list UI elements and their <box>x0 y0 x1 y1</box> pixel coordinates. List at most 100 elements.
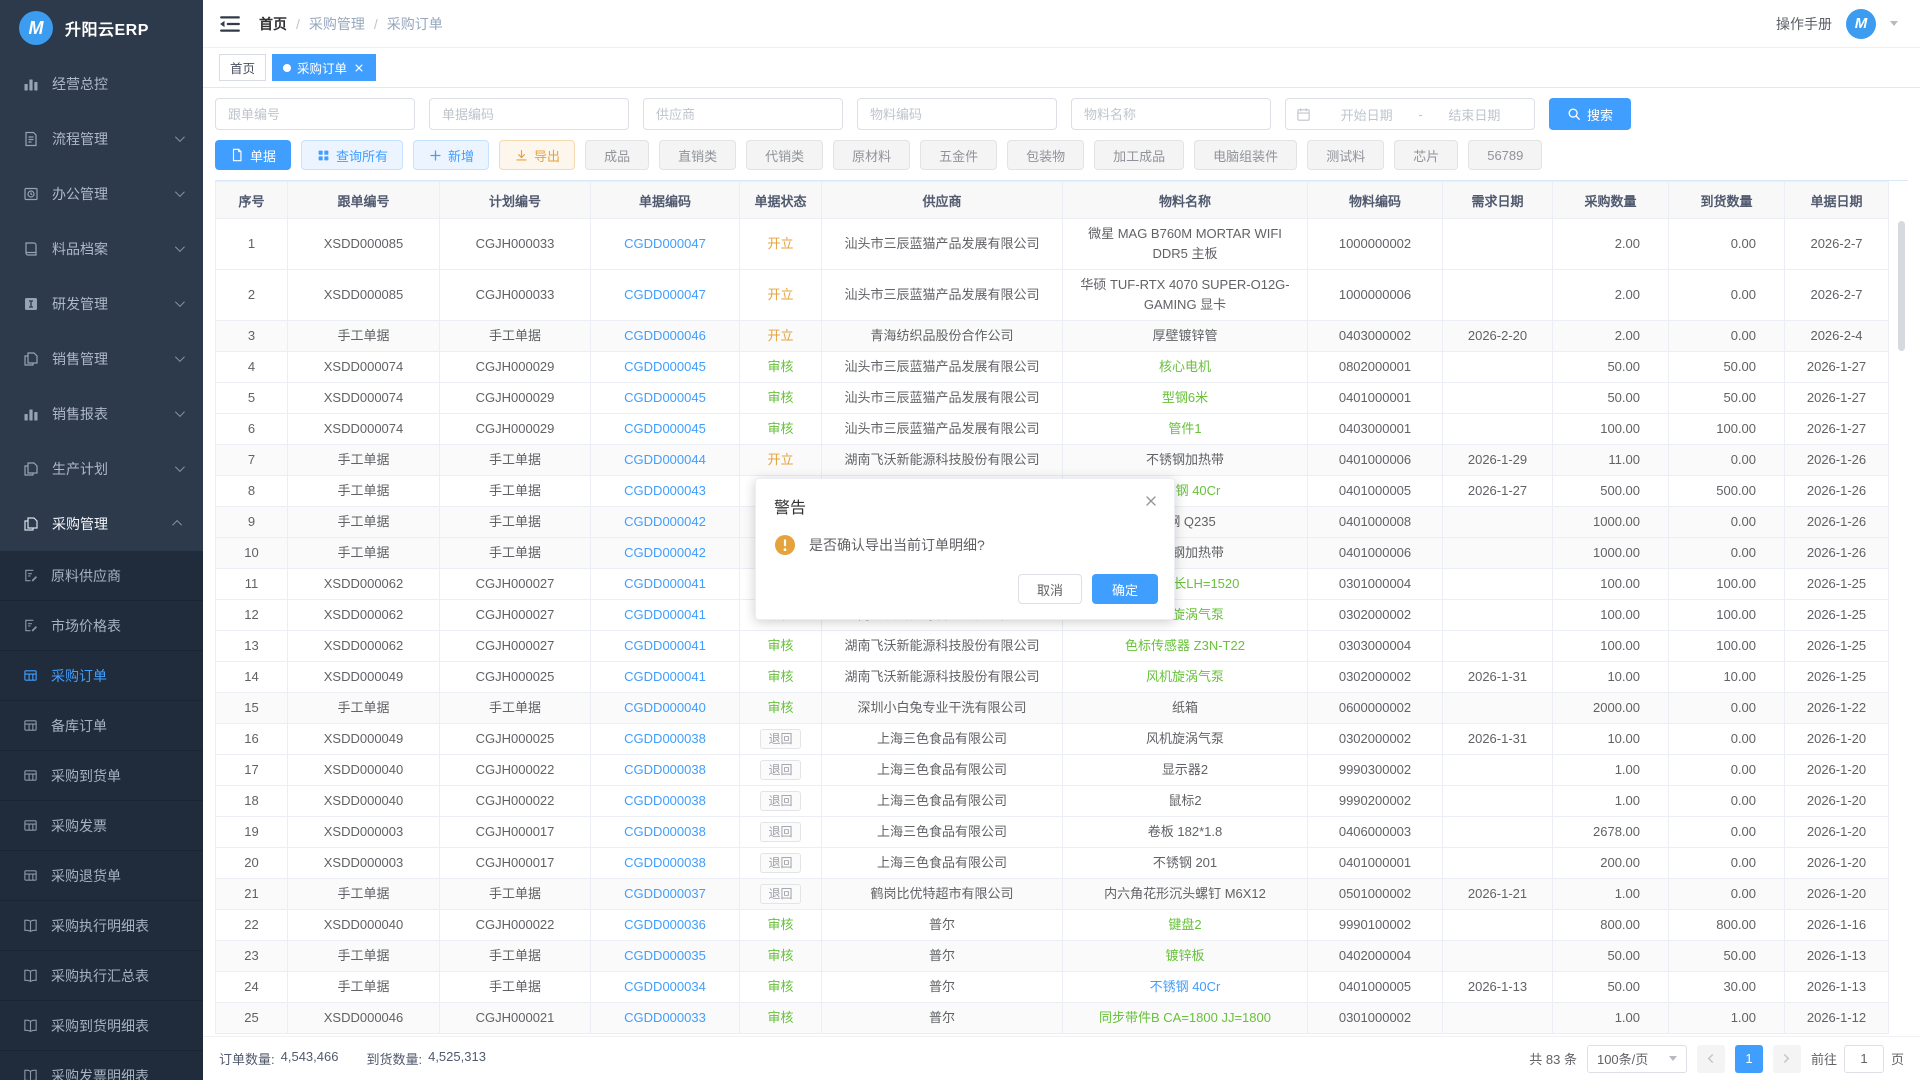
doc-code-link[interactable]: CGDD000045 <box>624 421 706 436</box>
doc-code-link[interactable]: CGDD000047 <box>624 287 706 302</box>
doc-code-link[interactable]: CGDD000038 <box>624 824 706 839</box>
sidebar-subitem[interactable]: 采购发票 <box>0 801 203 851</box>
table-row[interactable]: 17XSDD000040CGJH000022CGDD000038退回上海三色食品… <box>216 755 1889 786</box>
sidebar-subitem[interactable]: 原料供应商 <box>0 551 203 601</box>
doc-code-link[interactable]: CGDD000042 <box>624 514 706 529</box>
current-page-button[interactable]: 1 <box>1735 1045 1763 1073</box>
doc-code-link[interactable]: CGDD000041 <box>624 638 706 653</box>
doc-code-link[interactable]: CGDD000041 <box>624 576 706 591</box>
doc-code-link[interactable]: CGDD000033 <box>624 1010 706 1025</box>
doc-code-link[interactable]: CGDD000034 <box>624 979 706 994</box>
table-row[interactable]: 20XSDD000003CGJH000017CGDD000038退回上海三色食品… <box>216 848 1889 879</box>
sidebar-item[interactable]: 研发管理 <box>0 276 203 331</box>
table-row[interactable]: 18XSDD000040CGJH000022CGDD000038退回上海三色食品… <box>216 786 1889 817</box>
doc-code-link[interactable]: CGDD000035 <box>624 948 706 963</box>
sidebar-collapse-icon[interactable] <box>219 14 241 34</box>
table-row[interactable]: 19XSDD000003CGJH000017CGDD000038退回上海三色食品… <box>216 817 1889 848</box>
doc-code-link[interactable]: CGDD000036 <box>624 917 706 932</box>
table-row[interactable]: 23手工单据手工单据CGDD000035审核普尔镀锌板040200000450.… <box>216 941 1889 972</box>
sidebar-subitem[interactable]: 采购到货明细表 <box>0 1001 203 1051</box>
sidebar-item[interactable]: 办公管理 <box>0 166 203 221</box>
sidebar-item[interactable]: 销售报表 <box>0 386 203 441</box>
doc-code-link[interactable]: CGDD000038 <box>624 731 706 746</box>
sidebar-item[interactable]: 料品档案 <box>0 221 203 276</box>
next-page-button[interactable] <box>1773 1045 1801 1073</box>
sidebar-item[interactable]: 销售管理 <box>0 331 203 386</box>
sidebar-subitem[interactable]: 采购到货单 <box>0 751 203 801</box>
table-row[interactable]: 15手工单据手工单据CGDD000040审核深圳小白兔专业干洗有限公司纸箱060… <box>216 693 1889 724</box>
table-row[interactable]: 22XSDD000040CGJH000022CGDD000036审核普尔键盘29… <box>216 910 1889 941</box>
doc-code-link[interactable]: CGDD000038 <box>624 793 706 808</box>
sidebar-subitem[interactable]: 采购执行汇总表 <box>0 951 203 1001</box>
doc-code-link[interactable]: CGDD000041 <box>624 669 706 684</box>
table-row[interactable]: 14XSDD000049CGJH000025CGDD000041审核湖南飞沃新能… <box>216 662 1889 693</box>
sidebar-item[interactable]: 采购管理 <box>0 496 203 551</box>
doc-code-link[interactable]: CGDD000042 <box>624 545 706 560</box>
table-row[interactable]: 1XSDD000085CGJH000033CGDD000047开立汕头市三辰蓝猫… <box>216 219 1889 270</box>
table-row[interactable]: 25XSDD000046CGJH000021CGDD000033审核普尔同步带件… <box>216 1003 1889 1034</box>
category-button[interactable]: 包装物 <box>1007 140 1084 170</box>
manual-link[interactable]: 操作手册 <box>1776 14 1832 34</box>
doc-code-link[interactable]: CGDD000040 <box>624 700 706 715</box>
doc-code-link[interactable]: CGDD000038 <box>624 762 706 777</box>
supplier-input[interactable] <box>643 98 843 130</box>
category-button[interactable]: 代销类 <box>746 140 823 170</box>
table-row[interactable]: 21手工单据手工单据CGDD000037退回鹤岗比优特超市有限公司内六角花形沉头… <box>216 879 1889 910</box>
breadcrumb-home[interactable]: 首页 <box>259 14 287 34</box>
tab-home[interactable]: 首页 <box>219 54 266 81</box>
table-row[interactable]: 4XSDD000074CGJH000029CGDD000045审核汕头市三辰蓝猫… <box>216 352 1889 383</box>
doc-code-input[interactable] <box>429 98 629 130</box>
page-size-select[interactable]: 100条/页 <box>1587 1045 1687 1073</box>
document-button[interactable]: 单据 <box>215 140 291 170</box>
sidebar-subitem[interactable]: 市场价格表 <box>0 601 203 651</box>
table-row[interactable]: 5XSDD000074CGJH000029CGDD000045审核汕头市三辰蓝猫… <box>216 383 1889 414</box>
table-row[interactable]: 6XSDD000074CGJH000029CGDD000045审核汕头市三辰蓝猫… <box>216 414 1889 445</box>
table-row[interactable]: 16XSDD000049CGJH000025CGDD000038退回上海三色食品… <box>216 724 1889 755</box>
doc-code-link[interactable]: CGDD000043 <box>624 483 706 498</box>
category-button[interactable]: 电脑组装件 <box>1194 140 1297 170</box>
doc-code-link[interactable]: CGDD000045 <box>624 390 706 405</box>
category-button[interactable]: 直销类 <box>659 140 736 170</box>
sidebar-subitem[interactable]: 采购订单 <box>0 651 203 701</box>
table-row[interactable]: 13XSDD000062CGJH000027CGDD000041审核湖南飞沃新能… <box>216 631 1889 662</box>
cancel-button[interactable]: 取消 <box>1018 574 1082 604</box>
category-button[interactable]: 测试料 <box>1307 140 1384 170</box>
table-row[interactable]: 2XSDD000085CGJH000033CGDD000047开立汕头市三辰蓝猫… <box>216 270 1889 321</box>
table-row[interactable]: 24手工单据手工单据CGDD000034审核普尔不锈钢 40Cr04010000… <box>216 972 1889 1003</box>
tab-purchase-orders[interactable]: 采购订单 <box>272 54 376 81</box>
table-scrollbar[interactable] <box>1898 221 1905 1030</box>
doc-code-link[interactable]: CGDD000038 <box>624 855 706 870</box>
prev-page-button[interactable] <box>1697 1045 1725 1073</box>
caret-down-icon[interactable] <box>1890 21 1898 26</box>
category-button[interactable]: 原材料 <box>833 140 910 170</box>
sidebar-subitem[interactable]: 采购退货单 <box>0 851 203 901</box>
query-all-button[interactable]: 查询所有 <box>301 140 403 170</box>
date-range-picker[interactable]: 开始日期 - 结束日期 <box>1285 98 1535 130</box>
goto-page-input[interactable] <box>1844 1045 1884 1073</box>
search-button[interactable]: 搜索 <box>1549 98 1631 130</box>
add-button[interactable]: 新增 <box>413 140 489 170</box>
category-button[interactable]: 56789 <box>1468 140 1542 170</box>
doc-code-link[interactable]: CGDD000037 <box>624 886 706 901</box>
sidebar-subitem[interactable]: 备库订单 <box>0 701 203 751</box>
sidebar-subitem[interactable]: 采购执行明细表 <box>0 901 203 951</box>
doc-code-link[interactable]: CGDD000045 <box>624 359 706 374</box>
export-button[interactable]: 导出 <box>499 140 575 170</box>
close-icon[interactable] <box>1144 494 1158 508</box>
table-row[interactable]: 3手工单据手工单据CGDD000046开立青海纺织品股份合作公司厚壁镀锌管040… <box>216 321 1889 352</box>
doc-code-link[interactable]: CGDD000047 <box>624 236 706 251</box>
doc-code-link[interactable]: CGDD000041 <box>624 607 706 622</box>
category-button[interactable]: 芯片 <box>1394 140 1458 170</box>
category-button[interactable]: 成品 <box>585 140 649 170</box>
close-icon[interactable] <box>353 62 365 74</box>
material-code-input[interactable] <box>857 98 1057 130</box>
scrollbar-thumb[interactable] <box>1898 221 1905 351</box>
category-button[interactable]: 加工成品 <box>1094 140 1184 170</box>
avatar[interactable]: M <box>1846 9 1876 39</box>
doc-code-link[interactable]: CGDD000046 <box>624 328 706 343</box>
track-no-input[interactable] <box>215 98 415 130</box>
sidebar-subitem[interactable]: 采购发票明细表 <box>0 1051 203 1080</box>
table-row[interactable]: 7手工单据手工单据CGDD000044开立湖南飞沃新能源科技股份有限公司不锈钢加… <box>216 445 1889 476</box>
sidebar-item[interactable]: 生产计划 <box>0 441 203 496</box>
category-button[interactable]: 五金件 <box>920 140 997 170</box>
